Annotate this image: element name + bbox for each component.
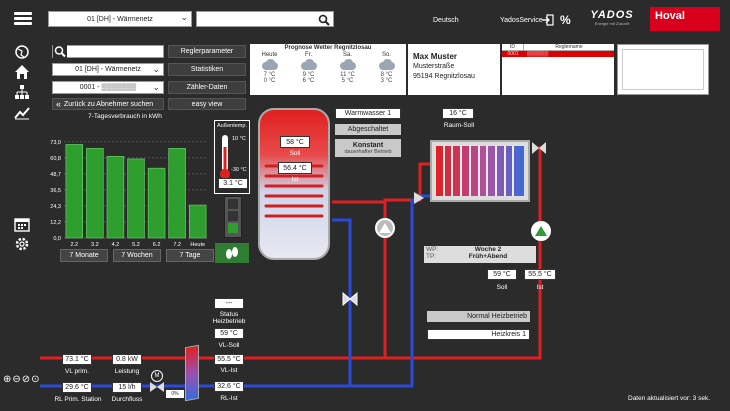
storage-ist-label: Ist [291,176,299,183]
heating-mode[interactable]: Normal Heizbetrieb [427,311,530,322]
status-label: Status Heizbetrieb [212,311,246,325]
heating-ist-label: Ist [536,284,544,291]
heating-soll-value: 59 °C [487,269,517,280]
heating-circuit[interactable]: Heizkreis 1 [427,329,530,340]
storage-soll-value: 58 °C [280,136,310,148]
durchfluss-value: 15 l/h [112,382,142,393]
storage-soll-label: Soll [289,150,301,157]
rl-prim-label: RL Prim. Station [54,396,102,403]
mixer-valve-icon[interactable] [414,192,424,204]
heating-ist-value: 55.5 °C [524,269,556,280]
radiator-valve-icon[interactable] [532,142,546,154]
radiator[interactable] [430,140,530,202]
primary-valve-icon[interactable]: M [150,370,164,394]
rl-ist-label: RL-Ist [220,395,238,402]
room-soll-value: 16 °C [442,108,474,119]
vl-soll-value: 59 °C [214,328,244,339]
vl-ist-label: VL-Ist [220,367,238,374]
rl-prim-value: 29.6 °C [62,382,92,393]
durchfluss-label: Durchfluss [111,396,143,403]
pipe-schematic [40,146,542,388]
heat-exchanger[interactable] [185,344,199,402]
valve-icon[interactable] [342,292,358,306]
warmwasser-label: Warmwasser 1 [335,108,401,119]
valve-percent: 0% [166,390,184,398]
vl-ist-value: 55.5 °C [214,354,244,365]
heating-pump-icon[interactable] [531,221,551,241]
leistung-label: Leistung [114,368,140,375]
schedule-panel[interactable]: WP: Woche 2 TP: Früh+Abend [424,246,536,263]
room-soll-label: Raum-Soll [443,122,475,129]
last-update: Daten aktualisiert vor: 3 sek. [628,395,711,402]
warmwasser-status: Abgeschaltet [335,124,401,135]
rl-ist-value: 32.6 °C [214,381,244,392]
storage-pump-icon[interactable] [375,218,395,238]
vl-soll-label: VL-Soll [218,342,240,349]
vl-prim-label: VL prim. [65,368,89,375]
vl-prim-value: 73.1 °C [62,354,92,365]
leistung-value: 0.8 kW [112,354,142,365]
storage-tank[interactable] [258,108,330,260]
heating-soll-label: Soll [496,284,508,291]
storage-ist-value: 56.4 °C [278,162,312,174]
warmwasser-mode[interactable]: Konstant dauerhafter Betrieb [335,139,401,157]
status-value: --- [214,298,244,309]
